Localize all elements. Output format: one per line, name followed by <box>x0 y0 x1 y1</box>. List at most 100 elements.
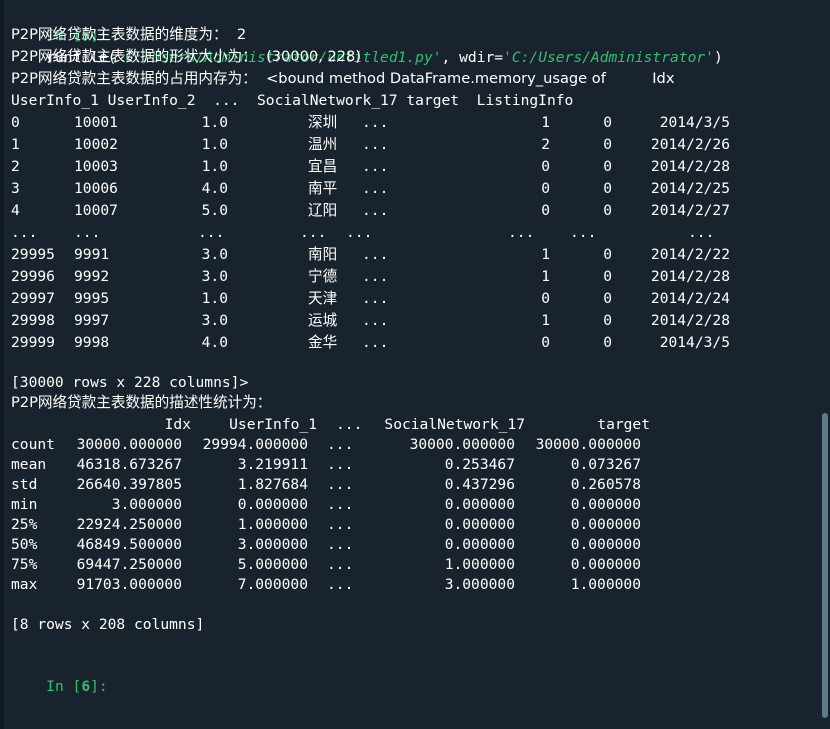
cell-target: 0 <box>603 246 612 263</box>
output-shape: P2P网络贷款主表数据的形状大小为： (30000, 228) <box>11 48 362 65</box>
input-line-5[interactable]: In [5]: runfile('C:/Users/Administrator/… <box>11 3 723 66</box>
cell-ellipsis: ... <box>362 180 389 197</box>
cell-index: 4 <box>11 202 20 219</box>
cell-ellipsis: ... <box>327 576 354 593</box>
command-end: ) <box>713 49 723 66</box>
cell-userinfo1: 1.0 <box>201 136 228 153</box>
cell-index: 29997 <box>11 290 55 307</box>
cell-listinginfo: 2014/2/28 <box>650 158 730 175</box>
cell-idx: 91703.000000 <box>76 576 182 593</box>
cell-listinginfo: 2014/2/28 <box>650 268 730 285</box>
cell-socialnetwork17: ... <box>508 224 535 241</box>
describe-col-target: target <box>597 416 650 433</box>
output-memory-header: UserInfo_1 UserInfo_2 ... SocialNetwork_… <box>11 92 574 109</box>
cell-stat: 75% <box>11 556 38 573</box>
cell-socialnetwork17: 1 <box>541 312 550 329</box>
cell-ellipsis: ... <box>362 114 389 131</box>
cell-target: 0 <box>603 312 612 329</box>
cell-ellipsis: ... <box>362 136 389 153</box>
cell-idx: 9995 <box>74 290 110 307</box>
cell-userinfo1: 3.219911 <box>237 456 308 473</box>
scrollbar-thumb[interactable] <box>822 413 828 718</box>
cell-socialnetwork17: 1 <box>541 246 550 263</box>
output-dims: P2P网络贷款主表数据的维度为： 2 <box>11 26 247 43</box>
cell-userinfo1: 4.0 <box>201 180 228 197</box>
cell-socialnetwork17: 1 <box>541 268 550 285</box>
cell-ellipsis: ... <box>327 496 354 513</box>
cell-idx: 10003 <box>74 158 118 175</box>
cell-userinfo2: 深圳 <box>308 114 338 131</box>
cell-target: 0 <box>603 114 612 131</box>
cell-userinfo1: 3.0 <box>201 268 228 285</box>
cell-userinfo1: 1.0 <box>201 158 228 175</box>
cell-userinfo1: 29994.000000 <box>202 436 308 453</box>
cell-index: 1 <box>11 136 20 153</box>
cell-userinfo2: 辽阳 <box>308 202 338 219</box>
cell-userinfo1: 1.000000 <box>237 516 308 533</box>
cell-listinginfo: 2014/2/22 <box>650 246 730 263</box>
cell-idx: 30000.000000 <box>76 436 182 453</box>
cell-socialnetwork17: 3.000000 <box>444 576 515 593</box>
prompt-suffix: ]: <box>90 678 108 695</box>
cell-userinfo1: 5.000000 <box>237 556 308 573</box>
cell-stat: count <box>11 436 55 453</box>
input-line-6[interactable]: In [6]: <box>11 654 108 695</box>
cell-socialnetwork17: 0.000000 <box>444 516 515 533</box>
cell-userinfo1: 7.000000 <box>237 576 308 593</box>
cell-idx: 46318.673267 <box>76 456 182 473</box>
cell-target: 0 <box>603 290 612 307</box>
prompt-prefix: In [ <box>46 678 82 695</box>
cell-idx: 69447.250000 <box>76 556 182 573</box>
cell-listinginfo: 2014/2/24 <box>650 290 730 307</box>
cell-socialnetwork17: 0.437296 <box>444 476 515 493</box>
cell-userinfo1: 3.0 <box>201 246 228 263</box>
cell-target: 1.000000 <box>570 576 641 593</box>
cell-userinfo2: 温州 <box>308 136 338 153</box>
describe-title: P2P网络贷款主表数据的描述性统计为： <box>11 394 272 411</box>
console-scrollbar[interactable] <box>812 0 830 729</box>
cell-index: 29999 <box>11 334 55 351</box>
cell-index: 2 <box>11 158 20 175</box>
cell-target: 0 <box>603 158 612 175</box>
cell-idx: 9991 <box>74 246 110 263</box>
cell-target: 0.000000 <box>570 556 641 573</box>
cell-socialnetwork17: 0 <box>541 180 550 197</box>
cell-index: 3 <box>11 180 20 197</box>
command-arg-wdir: 'C:/Users/Administrator' <box>503 49 714 66</box>
ipython-console[interactable]: In [5]: runfile('C:/Users/Administrator/… <box>0 0 812 729</box>
cell-stat: 25% <box>11 516 38 533</box>
cell-userinfo2: 宁德 <box>308 268 338 285</box>
cell-stat: std <box>11 476 38 493</box>
cell-userinfo2: 金华 <box>308 334 338 351</box>
cell-target: 0.000000 <box>570 536 641 553</box>
cell-index: 0 <box>11 114 20 131</box>
cell-listinginfo: 2014/2/27 <box>650 202 730 219</box>
cell-userinfo1: 0.000000 <box>237 496 308 513</box>
cell-userinfo2: 运城 <box>308 312 338 329</box>
cell-idx: 3.000000 <box>111 496 182 513</box>
output-memory: P2P网络贷款主表数据的占用内存为： <bound method DataFra… <box>11 70 675 87</box>
cell-listinginfo: ... <box>688 224 715 241</box>
cell-idx: 22924.250000 <box>76 516 182 533</box>
cell-index: 29998 <box>11 312 55 329</box>
cell-index: 29996 <box>11 268 55 285</box>
cell-socialnetwork17: 0 <box>541 290 550 307</box>
cell-ellipsis: ... <box>327 556 354 573</box>
cell-target: 0 <box>603 268 612 285</box>
cell-listinginfo: 2014/3/5 <box>659 114 730 131</box>
cell-listinginfo: 2014/2/25 <box>650 180 730 197</box>
cell-stat: max <box>11 576 38 593</box>
cell-ellipsis: ... <box>327 516 354 533</box>
prompt-number: 6 <box>81 678 91 695</box>
cell-userinfo1: 5.0 <box>201 202 228 219</box>
cell-target: 0 <box>603 136 612 153</box>
cell-stat: mean <box>11 456 47 473</box>
cell-target: 0 <box>603 202 612 219</box>
cell-target: 0 <box>603 334 612 351</box>
cell-target: 30000.000000 <box>535 436 641 453</box>
cell-ellipsis: ... <box>362 312 389 329</box>
cell-userinfo1: 4.0 <box>201 334 228 351</box>
cell-target: 0.260578 <box>570 476 641 493</box>
describe-col-idx: Idx <box>164 416 191 433</box>
cell-idx: 10001 <box>74 114 118 131</box>
